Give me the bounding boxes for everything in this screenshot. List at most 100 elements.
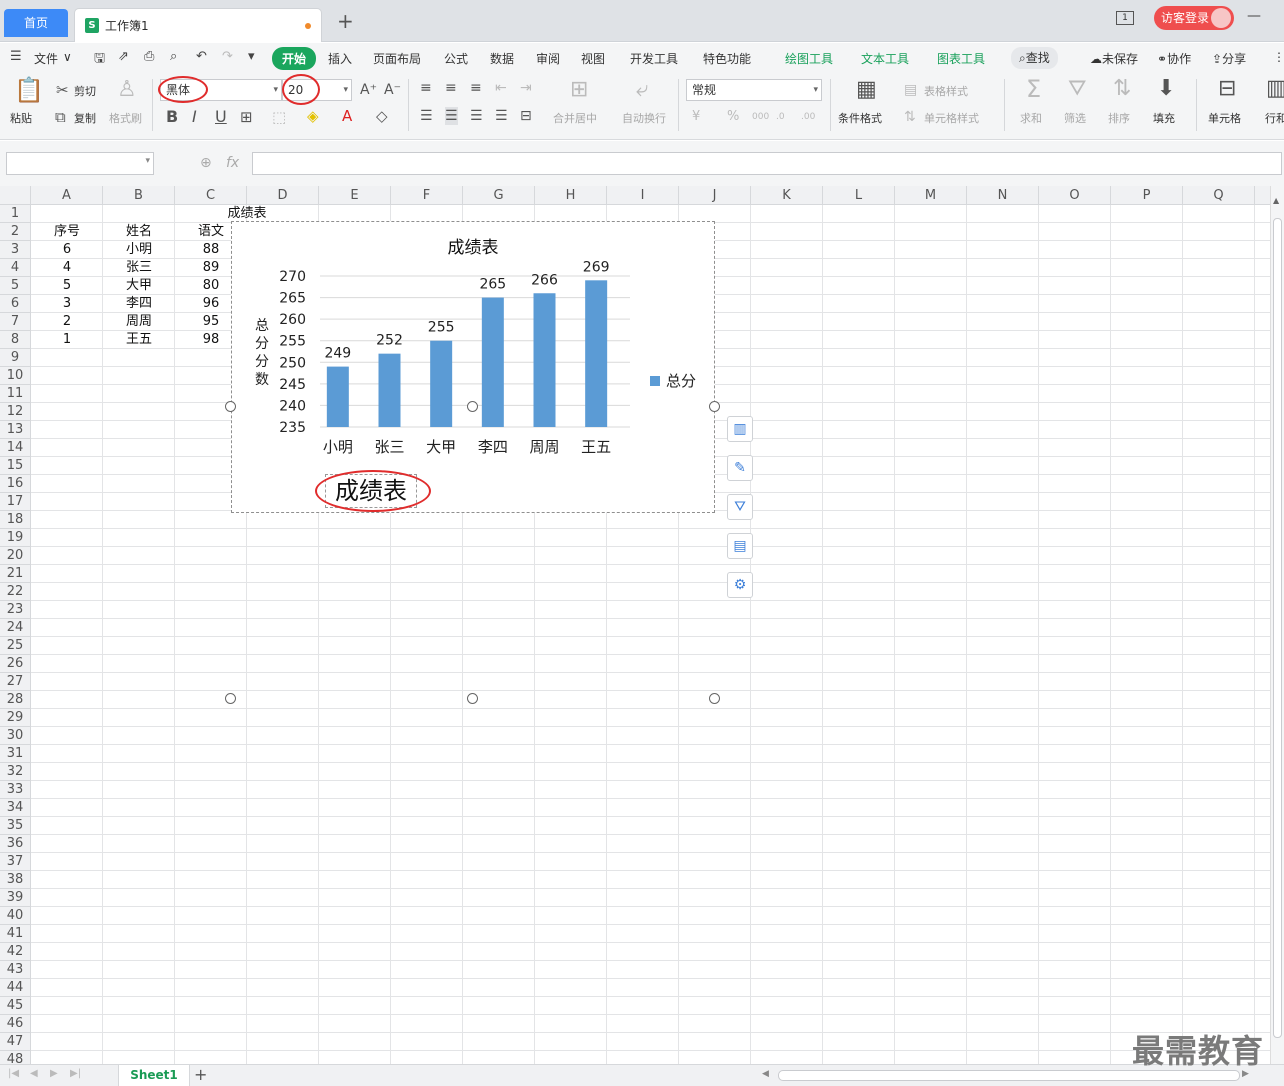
menu-chart-tools[interactable]: 图表工具 xyxy=(937,50,985,67)
row-header-44[interactable]: 44 xyxy=(0,979,31,997)
row-header-9[interactable]: 9 xyxy=(0,349,31,367)
fill-style-icon[interactable]: ⬚ xyxy=(272,108,286,126)
row-header-47[interactable]: 47 xyxy=(0,1033,31,1051)
menu-data[interactable]: 数据 xyxy=(490,50,514,67)
conditional-format-button[interactable]: 条件格式 xyxy=(838,110,882,126)
row-header-46[interactable]: 46 xyxy=(0,1015,31,1033)
sort-button[interactable]: 排序 xyxy=(1108,110,1130,126)
row-header-28[interactable]: 28 xyxy=(0,691,31,709)
row-header-6[interactable]: 6 xyxy=(0,295,31,313)
column-header-G[interactable]: G xyxy=(463,186,535,205)
fill-color-icon[interactable]: ◈ xyxy=(307,107,319,125)
cut-button[interactable]: 剪切 xyxy=(74,83,96,99)
hamburger-menu-icon[interactable]: ☰ xyxy=(10,49,22,64)
row-header-32[interactable]: 32 xyxy=(0,763,31,781)
resize-handle-tr[interactable] xyxy=(709,401,720,412)
zoom-formula-icon[interactable]: ⊕ xyxy=(200,155,212,171)
table-cell[interactable]: 大甲 xyxy=(103,277,175,295)
merge-center-icon[interactable]: ⊞ xyxy=(570,79,588,101)
copy-icon[interactable]: ⧉ xyxy=(55,108,66,126)
chart-object[interactable]: 成绩表 235 240 245 250 255 260 265 270 总分分数 249 小明 252 张… xyxy=(231,221,715,513)
underline-button[interactable]: U xyxy=(215,108,227,126)
row-header-23[interactable]: 23 xyxy=(0,601,31,619)
share-button[interactable]: ⇪分享 xyxy=(1212,50,1246,67)
save-icon[interactable]: 🖫 xyxy=(94,49,105,71)
currency-icon[interactable]: ¥ xyxy=(692,108,700,126)
column-header-K[interactable]: K xyxy=(751,186,823,205)
menu-special[interactable]: 特色功能 xyxy=(703,50,751,67)
column-header-J[interactable]: J xyxy=(679,186,751,205)
row-header-48[interactable]: 48 xyxy=(0,1051,31,1064)
menu-page-layout[interactable]: 页面布局 xyxy=(373,50,421,67)
format-painter-icon[interactable]: ♙ xyxy=(117,79,137,101)
redo-icon[interactable]: ↷ xyxy=(222,49,233,64)
menu-text-tools[interactable]: 文本工具 xyxy=(861,50,909,67)
row-header-45[interactable]: 45 xyxy=(0,997,31,1015)
filter-button[interactable]: 筛选 xyxy=(1064,110,1086,126)
table-cell[interactable]: 周周 xyxy=(103,313,175,331)
guest-login-button[interactable]: 访客登录 xyxy=(1154,6,1234,30)
sort-icon[interactable]: ⇅ xyxy=(1113,78,1131,100)
resize-handle-bl[interactable] xyxy=(225,693,236,704)
collab-button[interactable]: ⚭协作 xyxy=(1157,50,1191,67)
paste-button[interactable]: 粘贴 xyxy=(10,110,32,126)
tab-home[interactable]: 首页 xyxy=(4,9,68,37)
indent-decrease-icon[interactable]: ⇤ xyxy=(495,79,507,97)
column-header-D[interactable]: D xyxy=(247,186,319,205)
align-center-icon[interactable]: ☰ xyxy=(445,107,458,125)
table-cell[interactable]: 3 xyxy=(31,295,103,313)
italic-button[interactable]: I xyxy=(192,108,197,126)
auto-wrap-icon[interactable]: ⤶ xyxy=(636,79,648,101)
quick-access-more-icon[interactable]: ▾ xyxy=(248,49,255,64)
clear-format-icon[interactable]: ◇ xyxy=(376,107,388,125)
vertical-scrollbar[interactable]: ▲ xyxy=(1270,186,1284,1064)
row-header-1[interactable]: 1 xyxy=(0,205,31,223)
scissors-icon[interactable]: ✂ xyxy=(56,81,69,99)
row-header-20[interactable]: 20 xyxy=(0,547,31,565)
undo-icon[interactable]: ↶ xyxy=(196,49,207,64)
resize-handle-b[interactable] xyxy=(467,693,478,704)
row-header-34[interactable]: 34 xyxy=(0,799,31,817)
name-box[interactable]: ▾ xyxy=(6,152,154,175)
align-middle-icon[interactable]: ≡ xyxy=(445,79,457,97)
scroll-up-icon[interactable]: ▲ xyxy=(1273,196,1279,205)
row-header-18[interactable]: 18 xyxy=(0,511,31,529)
increase-font-icon[interactable]: A⁺ xyxy=(360,81,377,99)
row-col-icon[interactable]: ▥ xyxy=(1266,78,1284,100)
table-cell[interactable]: 6 xyxy=(31,241,103,259)
table-style-icon[interactable]: ▤ xyxy=(904,81,917,99)
font-color-icon[interactable]: A xyxy=(342,107,352,125)
row-header-25[interactable]: 25 xyxy=(0,637,31,655)
row-header-12[interactable]: 12 xyxy=(0,403,31,421)
align-bottom-icon[interactable]: ≡ xyxy=(470,79,482,97)
filter-icon[interactable]: ⛛ xyxy=(1068,78,1086,100)
column-header-C[interactable]: C xyxy=(175,186,247,205)
row-header-14[interactable]: 14 xyxy=(0,439,31,457)
export-pdf-icon[interactable]: ⇗ xyxy=(118,49,129,64)
resize-handle-tl[interactable] xyxy=(225,401,236,412)
row-header-5[interactable]: 5 xyxy=(0,277,31,295)
column-header-O[interactable]: O xyxy=(1039,186,1111,205)
print-icon[interactable]: ⎙ xyxy=(144,49,154,64)
cell-style-icon[interactable]: ⇅ xyxy=(904,108,916,126)
tab-nav-prev-icon[interactable]: ◀ xyxy=(30,1068,38,1079)
row-header-37[interactable]: 37 xyxy=(0,853,31,871)
conditional-format-icon[interactable]: ▦ xyxy=(856,79,877,101)
table-cell[interactable]: 李四 xyxy=(103,295,175,313)
auto-wrap-button[interactable]: 自动换行 xyxy=(622,110,666,126)
align-right-icon[interactable]: ☰ xyxy=(470,107,483,125)
print-preview-icon[interactable]: ⌕ xyxy=(170,49,177,64)
indent-increase-icon[interactable]: ⇥ xyxy=(520,79,532,97)
column-header-M[interactable]: M xyxy=(895,186,967,205)
chart-settings-gear-icon[interactable]: ⚙ xyxy=(727,572,753,598)
decimal-decrease-icon[interactable]: .00 xyxy=(801,108,815,126)
menu-file[interactable]: 文件 xyxy=(34,50,58,67)
row-header-39[interactable]: 39 xyxy=(0,889,31,907)
table-cell[interactable]: 4 xyxy=(31,259,103,277)
row-header-26[interactable]: 26 xyxy=(0,655,31,673)
table-cell[interactable]: 5 xyxy=(31,277,103,295)
menu-formula[interactable]: 公式 xyxy=(444,50,468,67)
row-header-40[interactable]: 40 xyxy=(0,907,31,925)
chart-style-brush-icon[interactable]: ✎ xyxy=(727,455,753,481)
column-header-F[interactable]: F xyxy=(391,186,463,205)
